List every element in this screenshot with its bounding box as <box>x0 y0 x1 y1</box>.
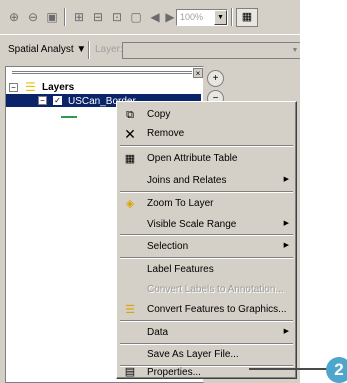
full-extent-icon[interactable]: ⊞ <box>71 9 87 25</box>
layer-visibility-checkbox[interactable]: ✓ <box>53 96 62 105</box>
menu-item-joins-and-relates[interactable]: Joins and Relates ▶ <box>118 171 295 190</box>
toolbar-separator <box>231 8 233 26</box>
menu-item-label: Zoom To Layer <box>147 198 214 209</box>
layout-toolbar: ⊕ ⊖ ▣ ⊞ ⊟ ⊡ ▢ ◀ ▶ 100% ▼ ▦ <box>0 0 300 34</box>
chevron-down-icon[interactable]: ▼ <box>290 44 300 58</box>
menu-item-label: Copy <box>147 109 171 120</box>
line-symbol-icon <box>61 116 77 118</box>
menu-item-label-features[interactable]: Label Features <box>118 260 295 279</box>
submenu-arrow-icon: ▶ <box>283 176 289 183</box>
menu-item-label: Save As Layer File... <box>147 349 239 360</box>
zoom-in-icon[interactable]: ⊕ <box>6 9 22 25</box>
back-extent-icon[interactable]: ◀ <box>147 9 163 25</box>
menu-item-open-attribute-table[interactable]: ▦ Open Attribute Table <box>118 149 295 168</box>
menu-item-label: Remove <box>147 128 185 139</box>
chevron-down-icon[interactable]: ▼ <box>214 10 227 25</box>
submenu-arrow-icon: ▶ <box>283 242 289 249</box>
collapse-icon[interactable]: − <box>38 96 47 105</box>
menu-separator <box>120 320 293 322</box>
menu-item-label: Label Features <box>147 264 214 275</box>
callout-line <box>249 368 329 370</box>
submenu-arrow-icon: ▶ <box>283 328 289 335</box>
layers-icon: ☰ <box>25 80 36 94</box>
layer-context-menu: ⧉ Copy ✕ Remove ▦ Open Attribute Table J… <box>116 101 297 379</box>
menu-item-label: Properties... <box>147 367 201 378</box>
menu-item-label: Visible Scale Range <box>147 219 237 230</box>
spatial-analyst-toolbar: Spatial Analyst ▼ Layer: ▼ <box>0 34 300 64</box>
fixed-zoom-icon[interactable]: ▣ <box>44 9 60 25</box>
properties-icon: ▤ <box>124 366 136 378</box>
zoom-out-icon[interactable]: ⊖ <box>25 9 41 25</box>
arcmap-window: ⊕ ⊖ ▣ ⊞ ⊟ ⊡ ▢ ◀ ▶ 100% ▼ ▦ Spatial Analy… <box>0 0 300 383</box>
menu-item-convert-features[interactable]: ☰ Convert Features to Graphics... <box>118 300 295 319</box>
menu-separator <box>120 234 293 236</box>
menu-item-save-as-layer-file[interactable]: Save As Layer File... <box>118 335 295 360</box>
toolbar-separator <box>64 8 66 26</box>
menu-item-convert-labels: Convert Labels to Annotation... <box>118 280 295 299</box>
zoom-value: 100% <box>180 12 204 22</box>
submenu-arrow-icon: ▶ <box>283 220 289 227</box>
zoom-to-layer-icon: ◈ <box>125 198 135 210</box>
toolbar-separator <box>88 41 90 59</box>
layout-icon[interactable]: ▦ <box>236 8 258 27</box>
menu-item-remove[interactable]: ✕ Remove <box>118 124 295 143</box>
menu-item-visible-scale-range[interactable]: Visible Scale Range ▶ <box>118 215 295 234</box>
collapse-icon[interactable]: − <box>9 83 18 92</box>
copy-icon: ⧉ <box>126 109 134 121</box>
zoom-in-tool-icon[interactable]: + <box>207 70 224 87</box>
table-icon: ▦ <box>124 153 136 165</box>
menu-separator <box>120 145 293 147</box>
menu-item-label: Convert Labels to Annotation... <box>147 284 284 295</box>
menu-item-label: Convert Features to Graphics... <box>147 304 287 315</box>
layers-root-label: Layers <box>42 82 75 93</box>
menu-item-selection[interactable]: Selection ▶ <box>118 237 295 256</box>
zoom-percent-combo[interactable]: 100% ▼ <box>176 9 228 26</box>
menu-item-copy[interactable]: ⧉ Copy <box>118 105 295 124</box>
layer-label: Layer: <box>95 44 123 55</box>
close-icon[interactable]: × <box>193 68 203 78</box>
panel-grip[interactable] <box>12 71 192 74</box>
menu-item-label: Joins and Relates <box>147 175 227 186</box>
menu-item-label: Selection <box>147 241 189 252</box>
menu-item-label: Open Attribute Table <box>147 153 238 164</box>
page-margin <box>300 0 347 383</box>
page-height-icon[interactable]: ⊡ <box>109 9 125 25</box>
layer-combo[interactable]: ▼ <box>122 42 300 59</box>
spatial-analyst-menu[interactable]: Spatial Analyst ▼ <box>8 44 86 55</box>
menu-item-zoom-to-layer[interactable]: ◈ Zoom To Layer <box>118 194 295 213</box>
callout-badge: 2 <box>326 357 347 383</box>
convert-graphics-icon: ☰ <box>125 304 135 316</box>
remove-icon: ✕ <box>124 126 136 142</box>
page-width-icon[interactable]: ⊟ <box>90 9 106 25</box>
menu-separator <box>120 191 293 193</box>
actual-size-icon[interactable]: ▢ <box>128 9 144 25</box>
menu-separator <box>120 257 293 259</box>
